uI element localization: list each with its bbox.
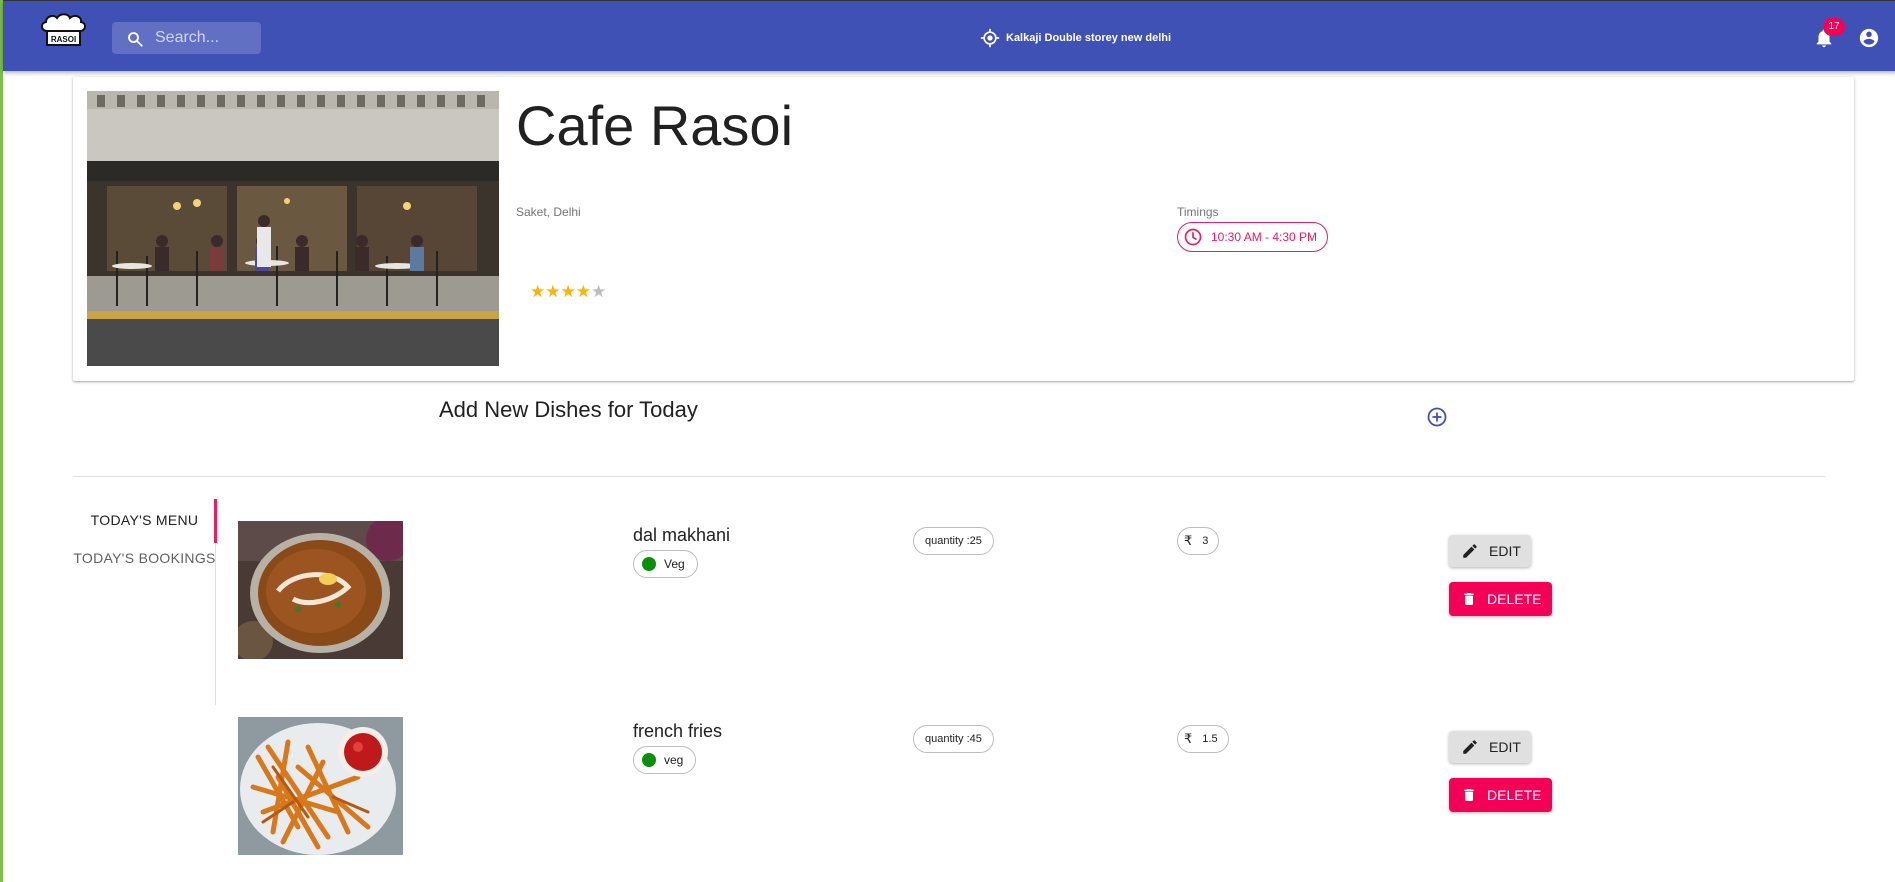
add-circle-icon[interactable] [1425,405,1449,429]
trash-icon [1464,789,1474,801]
delete-button[interactable]: Delete [1449,582,1552,616]
veg-dot-icon [642,557,656,571]
restaurant-name: Cafe Rasoi [516,94,794,157]
add-dishes-title: Add New Dishes for Today [439,397,698,422]
rupee-icon: ₹ [1184,533,1193,548]
svg-text:RASOI: RASOI [51,35,76,44]
price-value: 1.5 [1202,733,1218,745]
location-text: Kalkaji Double storey new delhi [1006,32,1172,44]
search-input[interactable] [155,22,255,54]
rasoi-logo[interactable]: RASOI [37,13,89,51]
rupee-icon: ₹ [1184,731,1193,746]
app-bar: RASOI Kalkaji Double storey new delhi [3,0,1895,71]
dish-type: veg [664,753,684,767]
search-icon [128,32,143,47]
quantity-chip: quantity :25 [913,527,994,555]
restaurant-location: Saket, Delhi [516,205,581,219]
restaurant-cover-image [87,91,499,366]
star-empty-icon[interactable]: ★ [591,282,606,302]
timings-chip: 10:30 AM - 4:30 PM [1177,222,1329,252]
timings-label: Timings [1177,205,1219,219]
clock-icon [1184,228,1202,246]
price-chip: ₹ 1.5 [1177,725,1229,753]
page-frame: RASOI Kalkaji Double storey new delhi [0,0,1895,882]
search-box[interactable] [112,22,261,54]
tab-indicator [214,499,217,543]
edit-label: Edit [1489,543,1521,559]
delete-button[interactable]: Delete [1449,778,1552,812]
tab-todays-menu[interactable]: Today's Menu [73,509,216,531]
account-circle-icon[interactable] [1858,27,1880,49]
edit-button[interactable]: Edit [1449,535,1531,567]
location-selector[interactable]: Kalkaji Double storey new delhi [980,27,1171,49]
trash-icon [1464,593,1474,605]
star-icon[interactable]: ★ [530,282,545,302]
edit-button[interactable]: Edit [1449,731,1531,763]
dish-name: french fries [633,721,723,741]
dish-type: Veg [664,557,685,571]
timings-text: 10:30 AM - 4:30 PM [1211,230,1318,244]
restaurant-card: Cafe Rasoi Saket, Delhi Timings 10:30 AM… [73,77,1854,381]
vertical-tabs: Today's Menu Today's Bookings [73,499,217,705]
pencil-icon [1463,740,1477,754]
pencil-icon [1463,544,1477,558]
veg-chip: Veg [633,550,698,578]
dish-name: dal makhani [633,525,731,545]
dish-image-french-fries [238,717,403,855]
price-chip: ₹ 3 [1177,527,1220,555]
star-icon[interactable]: ★ [561,282,576,302]
delete-label: Delete [1487,787,1542,803]
star-icon[interactable]: ★ [576,282,591,302]
star-icon[interactable]: ★ [545,282,560,302]
quantity-chip: quantity :45 [913,725,994,753]
my-location-icon [980,28,1000,48]
veg-dot-icon [642,753,656,767]
dish-image-dal-makhani [238,521,403,659]
delete-label: Delete [1487,591,1542,607]
rating-stars[interactable]: ★ ★ ★ ★ ★ [530,282,606,302]
notification-badge: 17 [1823,18,1845,36]
edit-label: Edit [1489,739,1521,755]
section-divider [73,476,1825,477]
veg-chip: veg [633,746,697,774]
price-value: 3 [1202,535,1209,547]
tab-todays-bookings[interactable]: Today's Bookings [73,547,216,569]
